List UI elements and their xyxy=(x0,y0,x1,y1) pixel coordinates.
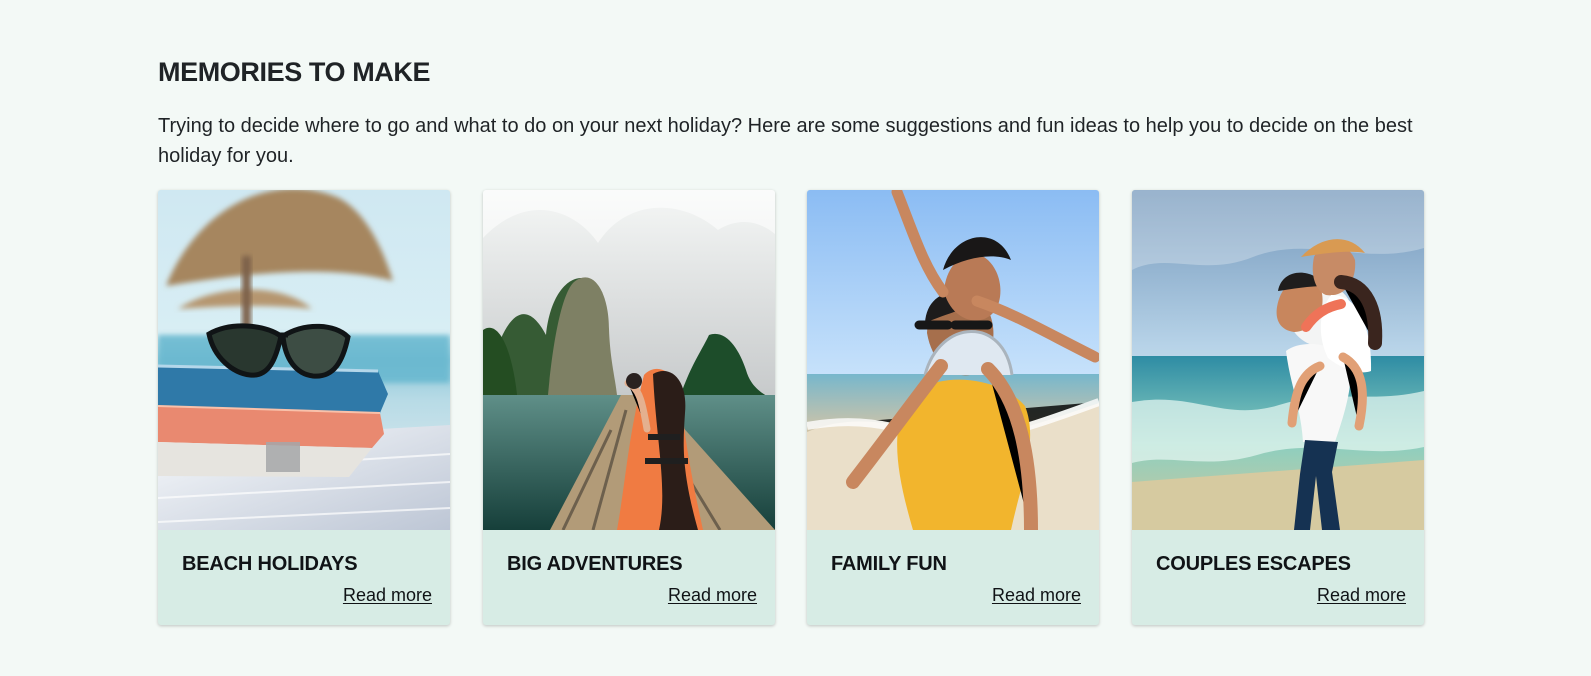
beach-holidays-image xyxy=(158,190,450,530)
couples-escapes-card[interactable]: COUPLES ESCAPES Read more xyxy=(1132,190,1424,625)
section-title: MEMORIES TO MAKE xyxy=(158,57,431,87)
read-more-link[interactable]: Read more xyxy=(343,583,432,607)
couples-escapes-image xyxy=(1132,190,1424,530)
big-adventures-image xyxy=(483,190,775,530)
section-description: Trying to decide where to go and what to… xyxy=(158,115,1413,167)
card-title: COUPLES ESCAPES xyxy=(1156,553,1351,575)
read-more-link[interactable]: Read more xyxy=(1317,583,1406,607)
family-fun-image xyxy=(807,190,1099,530)
holiday-card-grid: BEACH HOLIDAYS Read more BIG ADVENTURES … xyxy=(158,190,1426,626)
card-title: BEACH HOLIDAYS xyxy=(182,553,358,575)
read-more-link[interactable]: Read more xyxy=(668,583,757,607)
beach-holidays-card[interactable]: BEACH HOLIDAYS Read more xyxy=(158,190,450,625)
read-more-link[interactable]: Read more xyxy=(992,583,1081,607)
big-adventures-card[interactable]: BIG ADVENTURES Read more xyxy=(483,190,775,625)
card-title: FAMILY FUN xyxy=(831,553,947,575)
card-title: BIG ADVENTURES xyxy=(507,553,683,575)
family-fun-card[interactable]: FAMILY FUN Read more xyxy=(807,190,1099,625)
